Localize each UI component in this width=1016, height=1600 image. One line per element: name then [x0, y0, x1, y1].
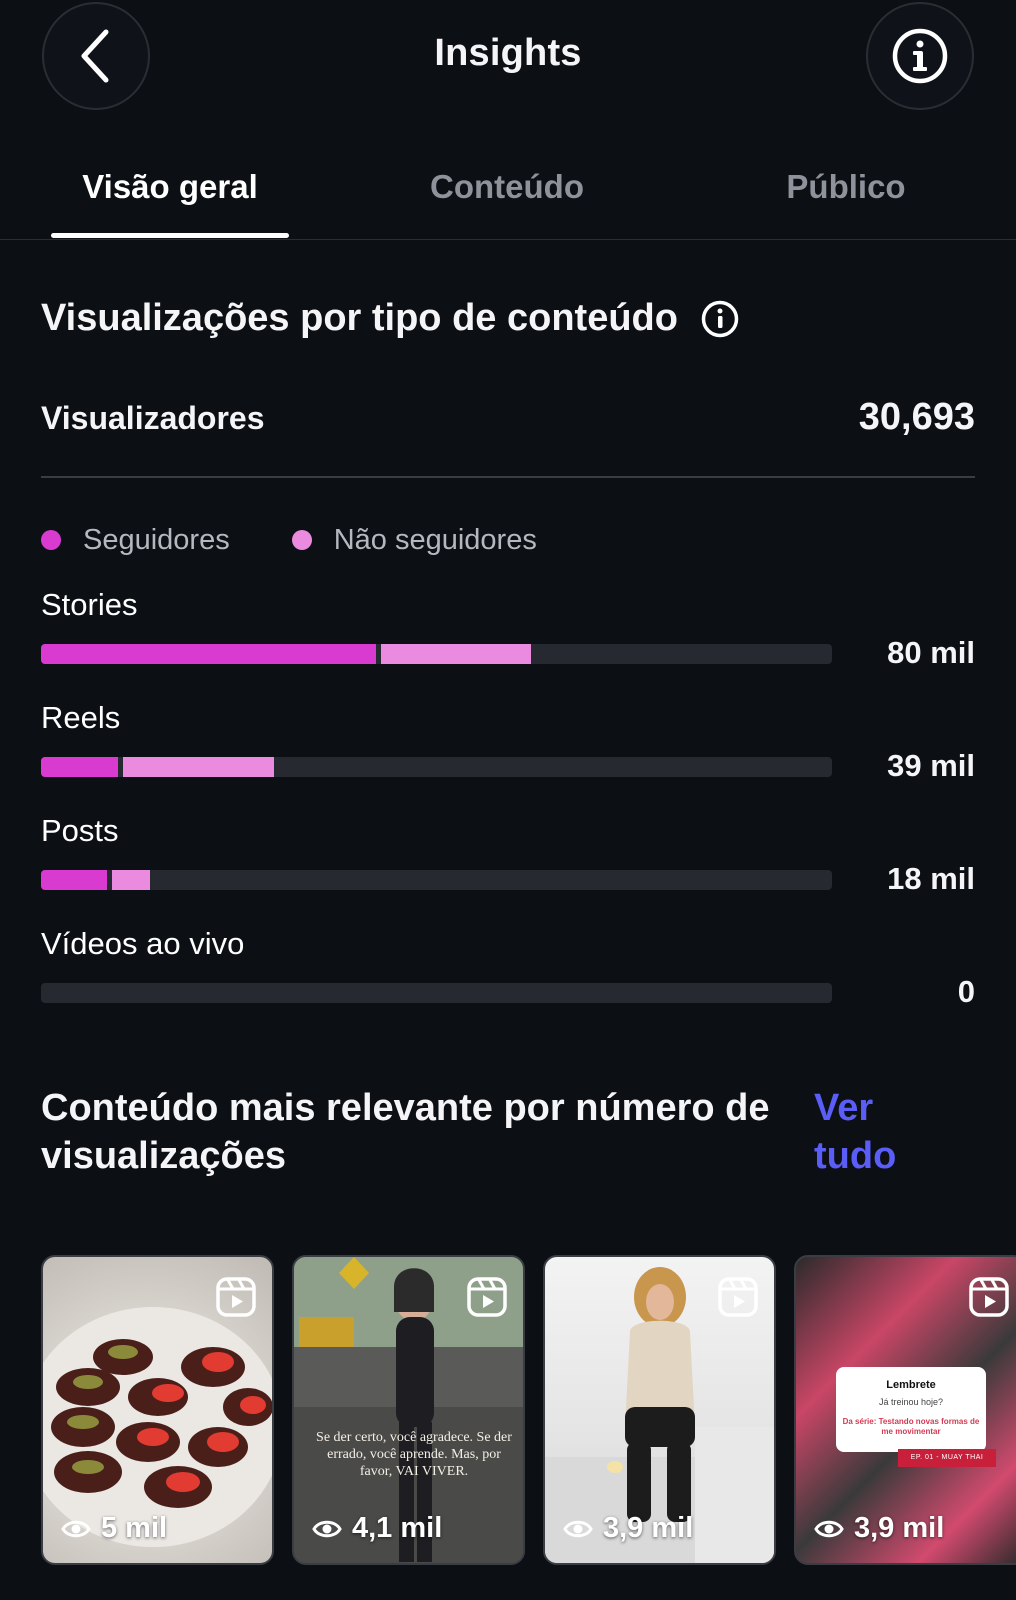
- divider: [41, 476, 975, 478]
- content-thumbnail[interactable]: Lembrete Já treinou hoje? Da série: Test…: [794, 1255, 1016, 1565]
- eye-icon: [312, 1520, 342, 1537]
- bar-row-live-videos[interactable]: Vídeos ao vivo 0: [41, 926, 975, 1026]
- legend-dot-nonfollowers: [291, 530, 312, 550]
- bar-track: [41, 757, 832, 777]
- view-count-value: 3,9 mil: [603, 1512, 694, 1544]
- content-thumbnail[interactable]: Se der certo, você agradece. Se der erra…: [292, 1255, 525, 1565]
- view-count-value: 5 mil: [101, 1512, 168, 1544]
- bar-nonfollowers-segment: [123, 757, 274, 777]
- viewers-row: Visualizadores 30,693: [41, 394, 975, 444]
- bar-followers-segment: [41, 757, 118, 777]
- content-thumbnail[interactable]: 3,9 mil: [543, 1255, 776, 1565]
- view-count-value: 4,1 mil: [352, 1512, 443, 1544]
- bar-followers-segment: [41, 644, 376, 664]
- reel-icon: [467, 1277, 507, 1322]
- bar-row-stories[interactable]: Stories 80 mil: [41, 587, 975, 687]
- top-content-title: Conteúdo mais relevante por número de vi…: [41, 1087, 770, 1177]
- eye-icon: [563, 1520, 593, 1537]
- bar-row-reels[interactable]: Reels 39 mil: [41, 700, 975, 800]
- bar-track: [41, 983, 832, 1003]
- legend-label-followers: Seguidores: [83, 523, 230, 556]
- legend-item-followers: Seguidores: [41, 524, 230, 557]
- views-by-type-heading: Visualizações por tipo de conteúdo: [41, 297, 740, 340]
- episode-tag: EP. 01 - MUAY THAI: [898, 1449, 996, 1467]
- bar-value: 0: [957, 974, 975, 1009]
- legend-dot-followers: [41, 530, 61, 550]
- page-title: Insights: [434, 32, 582, 74]
- reel-icon: [216, 1277, 256, 1322]
- bar-row-posts[interactable]: Posts 18 mil: [41, 813, 975, 913]
- reel-icon: [969, 1277, 1009, 1322]
- viewers-label: Visualizadores: [41, 400, 265, 436]
- view-count: 3,9 mil: [814, 1512, 944, 1545]
- reel-icon: [718, 1277, 758, 1322]
- view-count: 4,1 mil: [312, 1512, 442, 1545]
- view-count: 3,9 mil: [563, 1512, 693, 1545]
- info-icon: [892, 28, 948, 84]
- bar-label: Vídeos ao vivo: [41, 926, 245, 961]
- bar-track: [41, 870, 832, 890]
- bar-value: 18 mil: [887, 861, 975, 896]
- tab-audience[interactable]: Público: [696, 168, 996, 206]
- info-icon[interactable]: [700, 299, 740, 339]
- bar-nonfollowers-segment: [381, 644, 531, 664]
- legend-item-nonfollowers: Não seguidores: [291, 523, 537, 557]
- bar-value: 80 mil: [887, 635, 975, 670]
- bar-track: [41, 644, 832, 664]
- reminder-question: Já treinou hoje?: [878, 1397, 944, 1407]
- reminder-series: Da série: Testando novas formas de me mo…: [842, 1417, 980, 1436]
- bar-value: 39 mil: [887, 748, 975, 783]
- eye-icon: [814, 1520, 844, 1537]
- reminder-card: Lembrete Já treinou hoje? Da série: Test…: [836, 1367, 986, 1452]
- reminder-title: Lembrete: [886, 1379, 936, 1391]
- legend-label-nonfollowers: Não seguidores: [333, 523, 537, 556]
- bar-label: Stories: [41, 587, 138, 622]
- viewers-value: 30,693: [858, 396, 975, 438]
- see-all-link[interactable]: Ver tudo: [814, 1084, 944, 1180]
- tab-content[interactable]: Conteúdo: [357, 168, 657, 206]
- tab-overview[interactable]: Visão geral: [20, 168, 320, 206]
- tab-bar: Visão geral Conteúdo Público: [0, 150, 1016, 240]
- bar-nonfollowers-segment: [112, 870, 150, 890]
- eye-icon: [61, 1520, 91, 1537]
- active-tab-indicator: [51, 233, 289, 238]
- views-by-type-title: Visualizações por tipo de conteúdo: [41, 297, 678, 339]
- bar-label: Reels: [41, 700, 121, 735]
- view-count-value: 3,9 mil: [854, 1512, 945, 1544]
- content-thumbnail[interactable]: 5 mil: [41, 1255, 274, 1565]
- legend: Seguidores Não seguidores: [41, 520, 599, 560]
- thumbnail-caption: Se der certo, você agradece. Se der erra…: [316, 1430, 512, 1479]
- top-bar: Insights: [0, 0, 1016, 120]
- bar-label: Posts: [41, 813, 119, 848]
- view-count: 5 mil: [61, 1512, 167, 1545]
- info-button[interactable]: [866, 2, 974, 110]
- bar-followers-segment: [41, 870, 107, 890]
- top-content-carousel[interactable]: 5 mil Se der certo, você agradece. Se de…: [41, 1255, 1016, 1567]
